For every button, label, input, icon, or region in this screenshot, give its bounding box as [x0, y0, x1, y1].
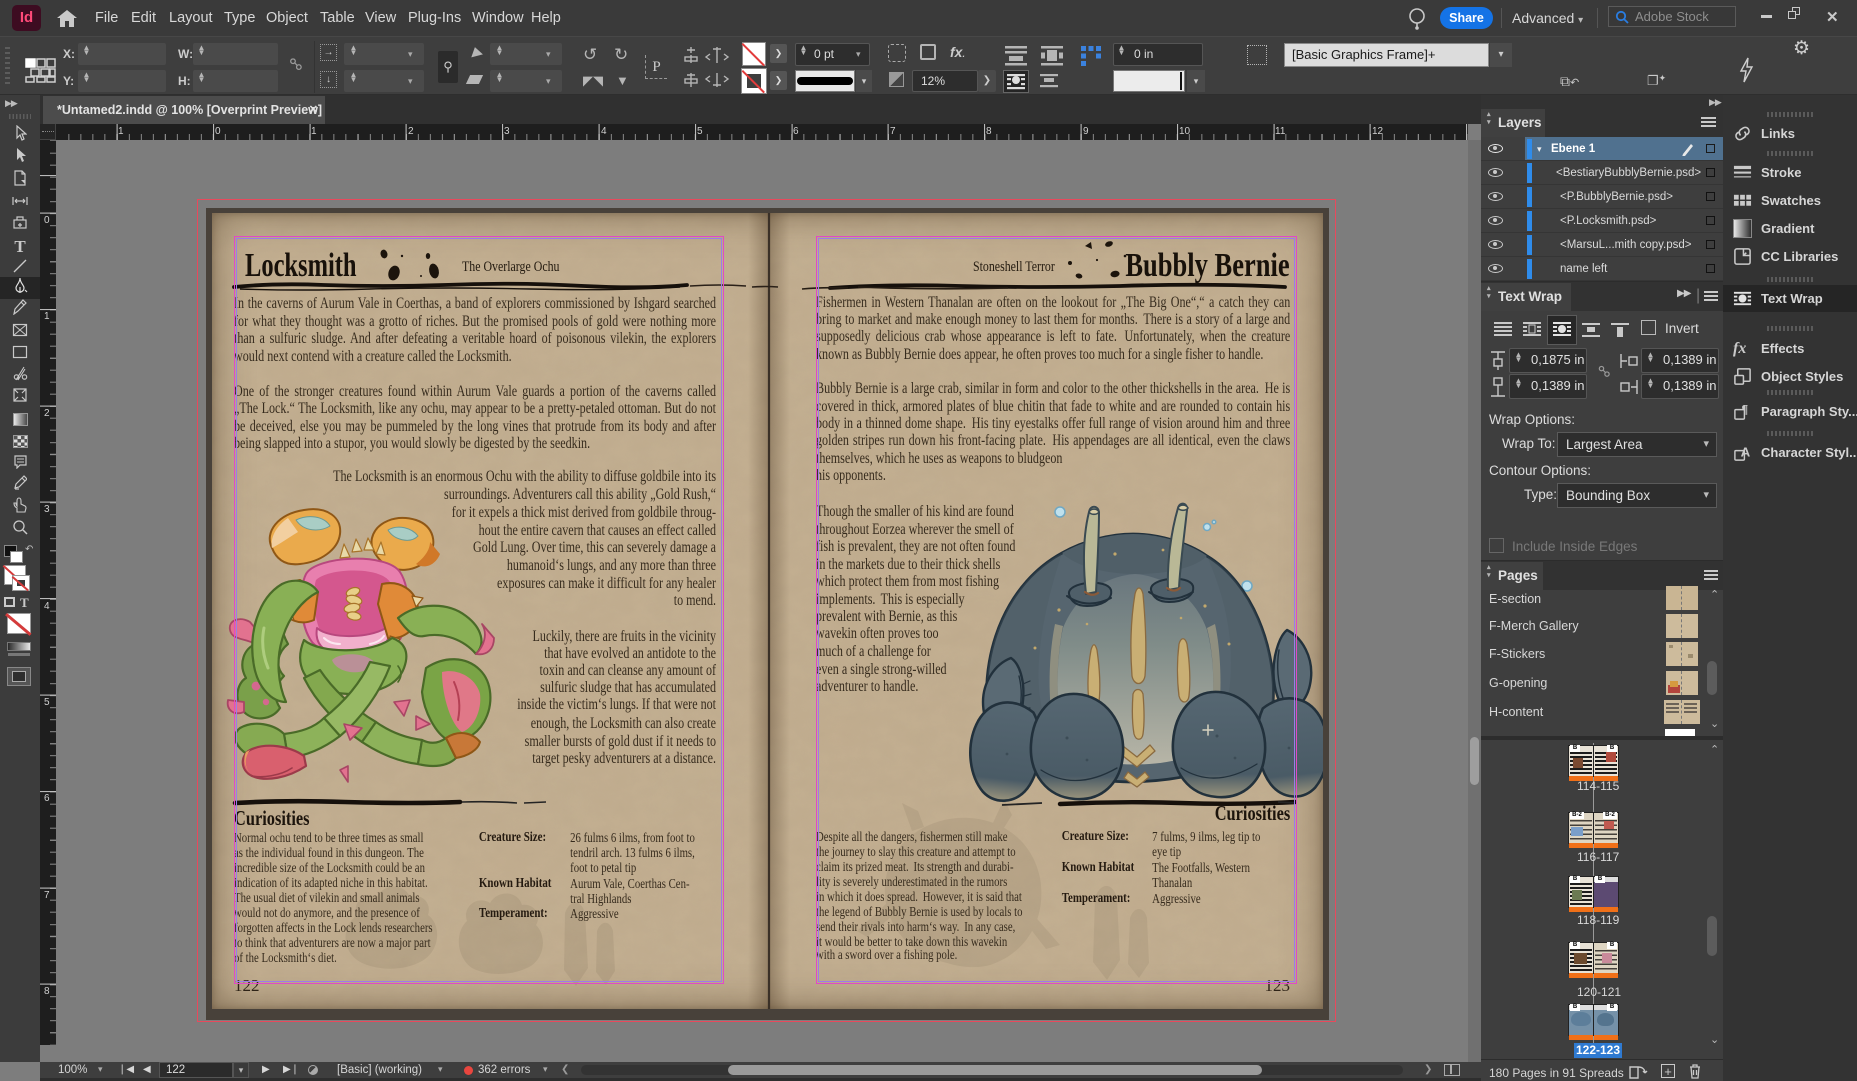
svg-text:¶: ¶ — [1742, 402, 1749, 416]
svg-text:A: A — [1741, 444, 1751, 459]
